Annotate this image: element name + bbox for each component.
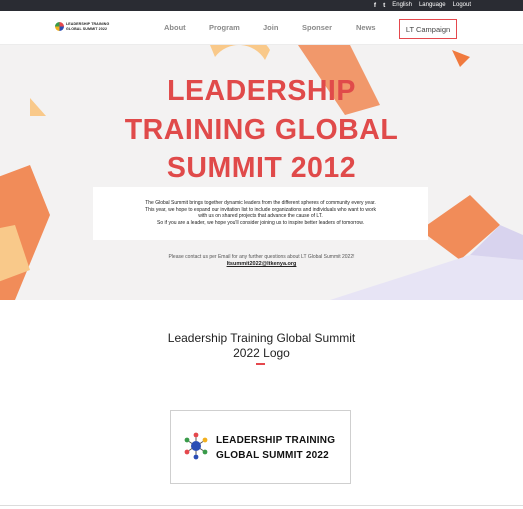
nav-news[interactable]: News — [356, 23, 376, 32]
card-logo-line-1: LEADERSHIP TRAINING — [216, 435, 336, 446]
hero-title: LEADERSHIP TRAINING GLOBAL SUMMIT 2012 — [0, 72, 523, 188]
logo-section-title-line-1: Leadership Training Global Summit — [167, 331, 356, 345]
orange-triangle-right — [452, 50, 470, 67]
summit-logo-card: LEADERSHIP TRAINING GLOBAL SUMMIT 2022 — [170, 410, 351, 484]
hero-title-line-3: SUMMIT 2012 — [166, 152, 357, 184]
twitter-icon[interactable]: t — [383, 0, 385, 11]
facebook-icon[interactable]: f — [374, 0, 376, 11]
contact-email-link[interactable]: ltsummit2022@ltkenya.org — [0, 261, 523, 267]
top-bar: f t English Language Logout — [0, 0, 523, 11]
section-title-underline — [256, 363, 265, 365]
english-link[interactable]: English — [392, 0, 412, 11]
hero-description-box: The Global Summit brings together dynami… — [93, 187, 428, 240]
nav-sponser[interactable]: Sponser — [302, 23, 332, 32]
logo-line-2: GLOBAL SUMMIT 2022 — [66, 26, 108, 31]
nav-about[interactable]: About — [164, 23, 186, 32]
site-logo[interactable]: LEADERSHIP TRAINING GLOBAL SUMMIT 2022 — [55, 22, 109, 31]
logo-section-title-line-2: 2022 Logo — [233, 346, 290, 360]
hero-paragraph-line-4: So if you are a leader, we hope you'll c… — [157, 219, 364, 226]
bottom-divider — [0, 505, 523, 506]
nav-join[interactable]: Join — [263, 23, 278, 32]
hero-title-line-1: LEADERSHIP — [167, 75, 356, 107]
hero-section: LEADERSHIP TRAINING GLOBAL SUMMIT 2012 T… — [0, 45, 523, 300]
lt-campaign-button[interactable]: LT Campaign — [399, 19, 457, 39]
language-link[interactable]: Language — [419, 0, 446, 11]
contact-text: Please contact us per Email for any furt… — [168, 254, 355, 260]
page: f t English Language Logout LEADERSHIP T… — [0, 0, 523, 509]
summit-emblem-icon — [184, 432, 208, 460]
hero-title-line-2: TRAINING GLOBAL — [124, 113, 399, 146]
main-navbar: LEADERSHIP TRAINING GLOBAL SUMMIT 2022 A… — [0, 11, 523, 45]
card-logo-line-2: GLOBAL SUMMIT 2022 — [216, 450, 329, 461]
logo-emblem-icon — [55, 22, 64, 31]
logout-link[interactable]: Logout — [453, 0, 471, 11]
nav-program[interactable]: Program — [209, 23, 240, 32]
logo-section-title: Leadership Training Global Summit 2022 L… — [0, 331, 523, 361]
peach-arc-shape — [210, 45, 270, 60]
